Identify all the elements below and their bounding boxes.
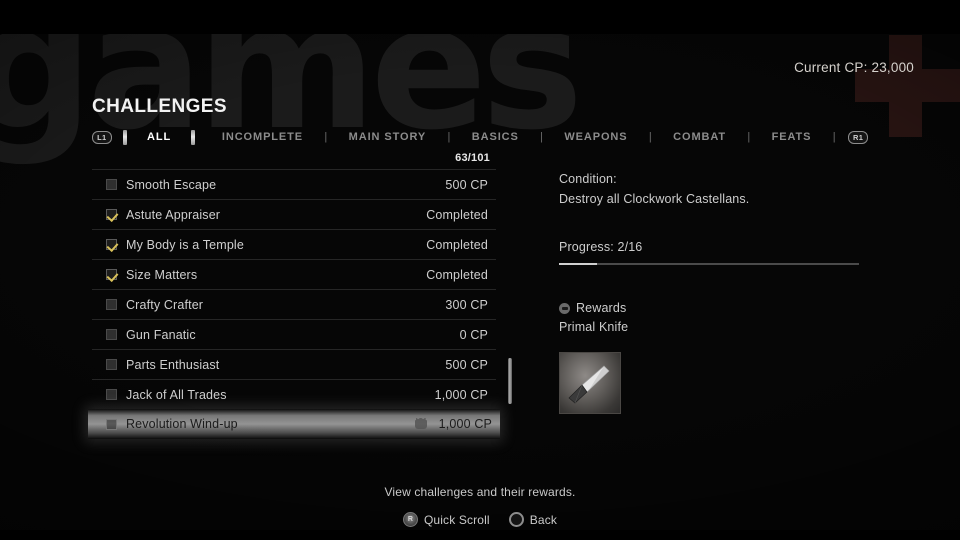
r1-bumper-icon[interactable]: R1 — [848, 130, 868, 144]
challenge-list-panel: 63/101 Smooth Escape 500 CP Astute Apprais… — [88, 152, 500, 439]
progress-bar-fill — [559, 263, 597, 265]
condition-label: Condition: — [559, 172, 617, 186]
challenge-value: Completed — [426, 237, 488, 252]
quick-scroll-button[interactable]: R Quick Scroll — [402, 512, 490, 527]
rewards-title: Rewards — [576, 301, 627, 315]
footer-hint-text: View challenges and their rewards. — [384, 485, 576, 499]
challenge-value: Completed — [426, 207, 488, 222]
tab-selection-marker-left — [123, 129, 127, 145]
trophy-icon — [414, 419, 427, 429]
challenge-name: Size Matters — [126, 267, 198, 282]
quick-scroll-label: Quick Scroll — [423, 512, 490, 527]
progress-label: Progress: 2/16 — [559, 240, 643, 254]
challenge-name: Revolution Wind-up — [126, 417, 238, 431]
l1-bumper-icon[interactable]: L1 — [92, 130, 112, 144]
challenge-name: Jack of All Trades — [126, 387, 227, 402]
challenge-name: Parts Enthusiast — [126, 357, 220, 372]
checkbox-unchecked-icon — [106, 418, 117, 430]
analog-stick-icon: R — [402, 512, 418, 527]
challenge-value: 1,000 CP — [434, 387, 488, 402]
tab-separator: | — [540, 131, 543, 143]
challenge-row[interactable]: Parts Enthusiast 500 CP — [92, 349, 496, 379]
tab-separator: | — [324, 131, 328, 143]
tab-bar[interactable]: L1 ALL INCOMPLETE | MAIN STORY | BASICS … — [92, 126, 868, 148]
footer-buttons: R Quick Scroll Back — [402, 512, 558, 540]
challenge-rows[interactable]: Smooth Escape 500 CP Astute Appraiser Compl… — [88, 169, 500, 439]
challenge-row[interactable]: Gun Fanatic 0 CP — [92, 319, 496, 349]
tab-incomplete[interactable]: INCOMPLETE — [220, 131, 305, 143]
checkbox-checked-icon — [106, 269, 117, 280]
checkbox-unchecked-icon — [106, 329, 117, 340]
condition-text: Destroy all Clockwork Castellans. — [559, 192, 750, 206]
challenge-value: 0 CP — [459, 327, 488, 342]
challenge-row-selected[interactable]: Revolution Wind-up 1,000 CP — [88, 409, 500, 439]
tab-combat[interactable]: COMBAT — [671, 131, 728, 143]
reward-item-name: Primal Knife — [559, 320, 629, 334]
challenge-value: 500 CP — [445, 357, 488, 372]
reward-badge-icon — [559, 302, 570, 314]
tab-separator: | — [447, 131, 451, 143]
current-cp-counter: Current CP: 23,000 — [794, 60, 914, 75]
list-scrollbar-thumb[interactable] — [508, 358, 512, 404]
challenge-row[interactable]: Crafty Crafter 300 CP — [92, 289, 496, 319]
rewards-block: Rewards Primal Knife — [559, 301, 879, 414]
tab-all[interactable]: ALL — [145, 131, 173, 143]
circle-button-icon — [508, 512, 524, 527]
challenge-row[interactable]: My Body is a Temple Completed — [92, 229, 496, 259]
page-title: CHALLENGES — [92, 96, 227, 117]
challenge-value: 1,000 CP — [438, 417, 492, 431]
tab-main-story[interactable]: MAIN STORY — [347, 131, 428, 143]
challenge-row[interactable]: Astute Appraiser Completed — [92, 199, 496, 229]
tab-feats[interactable]: FEATS — [770, 131, 814, 143]
challenge-name: Crafty Crafter — [126, 297, 204, 312]
back-label: Back — [529, 512, 558, 527]
list-scrollbar-track[interactable] — [508, 358, 512, 404]
checkbox-unchecked-icon — [106, 389, 117, 400]
checkbox-unchecked-icon — [106, 359, 117, 370]
checkbox-unchecked-icon — [106, 299, 117, 310]
tab-separator: | — [747, 131, 751, 143]
tab-basics[interactable]: BASICS — [470, 131, 521, 143]
back-button[interactable]: Back — [508, 512, 558, 527]
challenge-name: Smooth Escape — [126, 177, 217, 192]
challenge-value: 300 CP — [445, 297, 488, 312]
rewards-header: Rewards — [559, 301, 879, 315]
background-top-letterbox — [0, 0, 960, 34]
progress-bar-track — [559, 263, 859, 265]
challenge-name: Gun Fanatic — [126, 327, 196, 342]
checkbox-checked-icon — [106, 209, 117, 220]
footer-bar: View challenges and their rewards. R Qui… — [0, 485, 960, 540]
tab-weapons[interactable]: WEAPONS — [562, 131, 629, 143]
progress-block: Progress: 2/16 — [559, 240, 879, 265]
challenge-count: 63/101 — [455, 152, 490, 164]
knife-icon[interactable] — [559, 352, 621, 414]
challenge-row[interactable]: Jack of All Trades 1,000 CP — [92, 379, 496, 409]
checkbox-checked-icon — [106, 239, 117, 250]
tab-separator: | — [832, 131, 836, 143]
challenge-detail-panel: Condition: Destroy all Clockwork Castell… — [559, 172, 879, 414]
challenge-value: 500 CP — [445, 177, 488, 192]
checkbox-unchecked-icon — [106, 179, 117, 190]
challenge-name: My Body is a Temple — [126, 237, 244, 252]
tab-separator: | — [648, 131, 652, 143]
tab-selection-marker-right — [191, 129, 195, 145]
challenge-name: Astute Appraiser — [126, 207, 221, 222]
challenge-row[interactable]: Smooth Escape 500 CP — [92, 169, 496, 199]
challenge-row[interactable]: Size Matters Completed — [92, 259, 496, 289]
challenge-value: Completed — [426, 267, 488, 282]
